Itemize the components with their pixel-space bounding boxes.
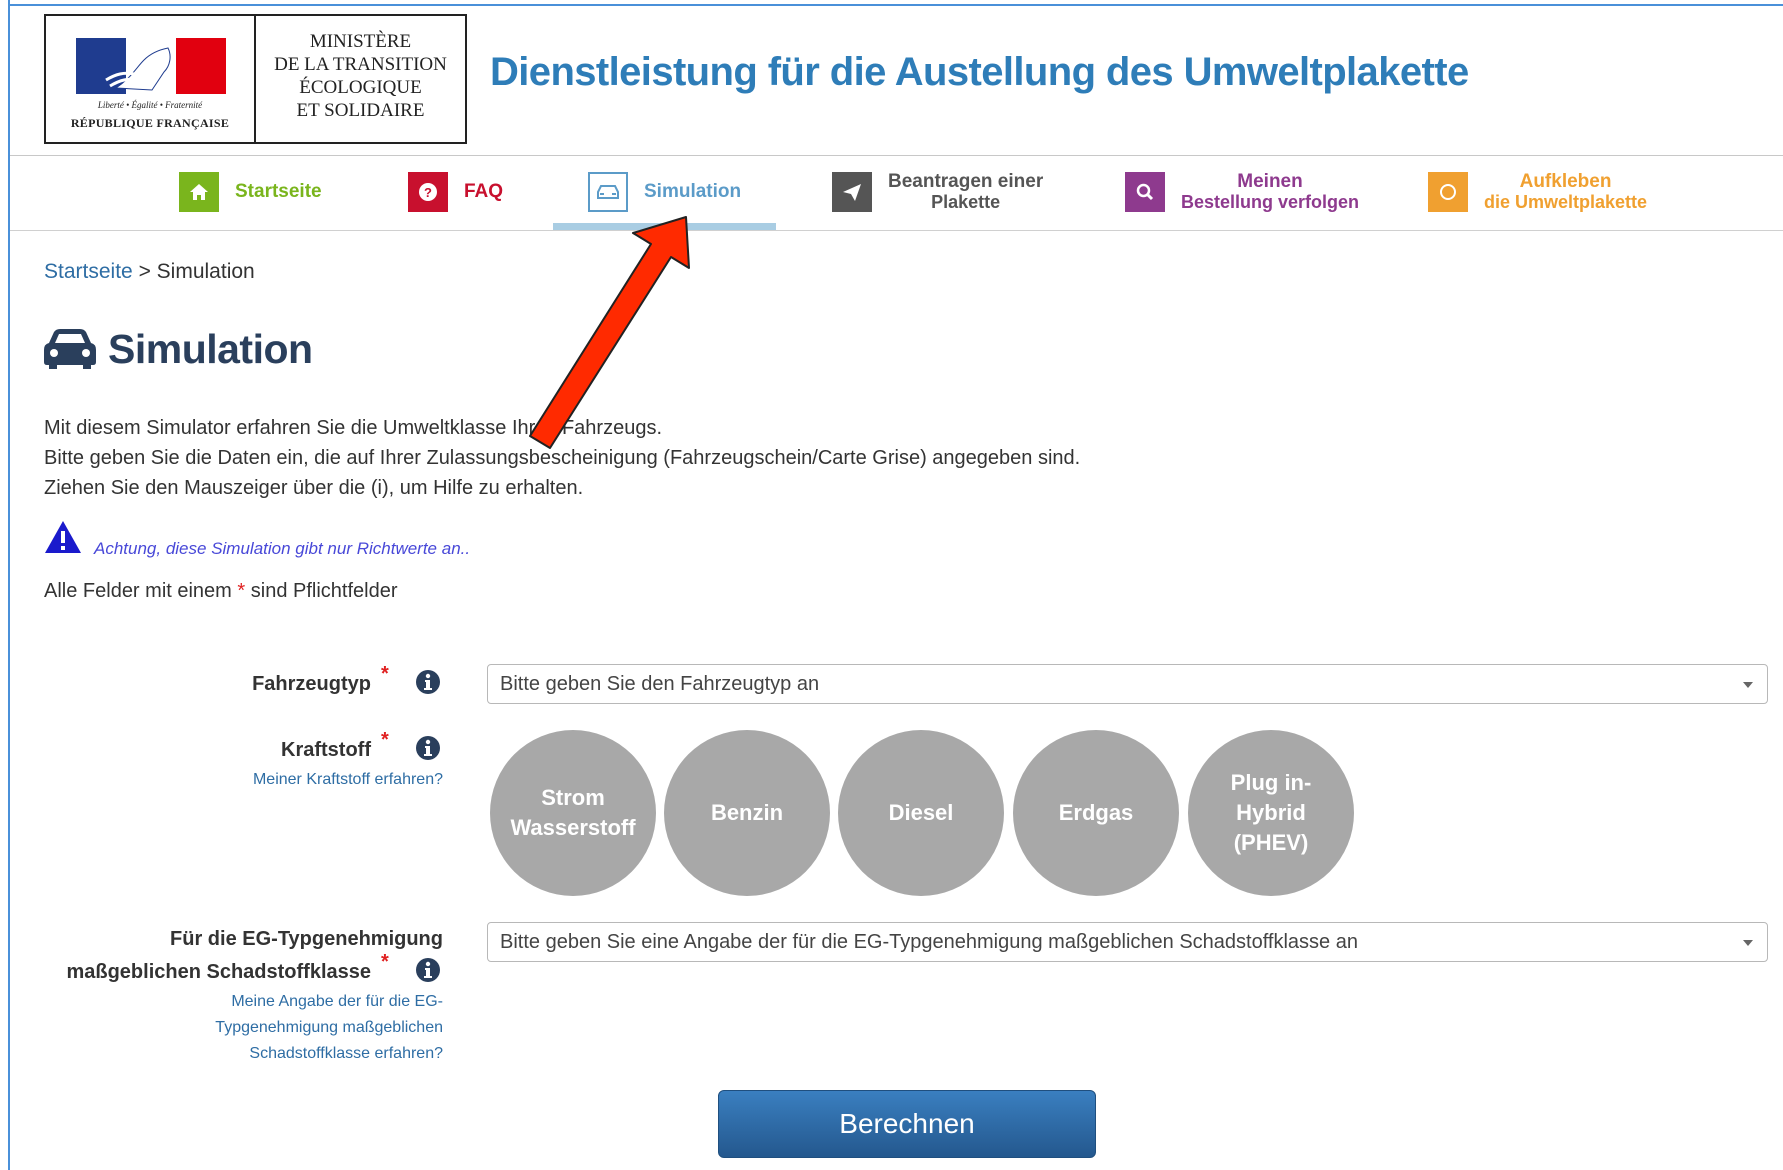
fuel-option-benzin[interactable]: Benzin xyxy=(664,730,830,896)
circle-icon xyxy=(1428,172,1468,212)
fuel-option-label: Benzin xyxy=(710,800,784,825)
fuel-option-diesel[interactable]: Diesel xyxy=(838,730,1004,896)
warning-note: Achtung, diese Simulation gibt nur Richt… xyxy=(44,520,470,560)
fuel-label: Kraftstoff xyxy=(281,739,371,761)
emission-class-label-line1: Für die EG-Typgenehmigung xyxy=(170,928,443,950)
breadcrumb: Startseite > Simulation xyxy=(44,260,255,284)
warning-icon xyxy=(45,521,81,553)
car-icon xyxy=(44,329,96,369)
required-star: * xyxy=(381,951,389,973)
ministry-line: DE LA TRANSITION xyxy=(274,54,447,75)
emission-help-line: Meine Angabe der für die EG- xyxy=(231,993,443,1010)
ministry-line: ÉCOLOGIQUE xyxy=(299,77,422,98)
nav-label-line: Aufkleben xyxy=(1519,171,1612,192)
nav-label: Meinen Bestellung verfolgen xyxy=(1181,171,1360,213)
search-icon xyxy=(1125,172,1165,212)
ministry-name: MINISTÈRE DE LA TRANSITION ÉCOLOGIQUE ET… xyxy=(258,30,463,122)
emission-help-line: Schadstoffklasse erfahren? xyxy=(249,1045,443,1062)
required-star: * xyxy=(381,663,389,685)
nav-label: Simulation xyxy=(644,181,742,202)
paper-plane-icon xyxy=(832,172,872,212)
fuel-option-plug-in-hybrid[interactable]: Plug in- Hybrid (PHEV) xyxy=(1188,730,1354,896)
ministry-logo[interactable]: Liberté • Égalité • Fraternité RÉPUBLIQU… xyxy=(44,14,467,144)
page-title: Simulation xyxy=(108,325,313,372)
chevron-down-icon xyxy=(1743,682,1753,688)
vehicle-type-select-value: Bitte geben Sie den Fahrzeugtyp an xyxy=(500,673,820,695)
car-icon xyxy=(588,172,628,212)
fuel-option-strom-wasserstoff[interactable]: Strom Wasserstoff xyxy=(490,730,656,896)
page-heading: Simulation xyxy=(44,321,313,377)
emission-class-select[interactable]: Bitte geben Sie eine Angabe der für die … xyxy=(487,922,1768,962)
breadcrumb-current: Simulation xyxy=(156,260,255,283)
fuel-help-text: Meiner Kraftstoff erfahren? xyxy=(252,771,443,788)
question-icon: ? xyxy=(408,172,448,212)
chevron-down-icon xyxy=(1743,940,1753,946)
site-header: Liberté • Égalité • Fraternité RÉPUBLIQU… xyxy=(10,6,1783,156)
fuel-option-label: Erdgas xyxy=(1058,800,1134,825)
intro-line: Ziehen Sie den Mauszeiger über die (i), … xyxy=(44,477,584,499)
nav-label: FAQ xyxy=(464,181,504,202)
calculate-button[interactable]: Berechnen xyxy=(718,1090,1096,1158)
nav-label: Aufkleben die Umweltplakette xyxy=(1484,171,1648,213)
fuel-option-label: Hybrid xyxy=(1236,800,1306,825)
emission-class-help-link[interactable]: Meine Angabe der für die EG- Typgenehmig… xyxy=(215,989,443,1067)
nav-label: Beantragen einer Plakette xyxy=(888,171,1044,213)
fuel-option-label: (PHEV) xyxy=(1233,830,1309,855)
vehicle-type-select[interactable]: Bitte geben Sie den Fahrzeugtyp an xyxy=(487,664,1768,704)
republique-francaise-label: RÉPUBLIQUE FRANÇAISE xyxy=(70,116,230,130)
nav-label-line: die Umweltplakette xyxy=(1484,192,1648,212)
required-star: * xyxy=(381,729,389,751)
fuel-option-label: Wasserstoff xyxy=(510,815,636,840)
fuel-option-erdgas[interactable]: Erdgas xyxy=(1013,730,1179,896)
ministry-line: ET SOLIDAIRE xyxy=(296,100,425,121)
required-fields-note: Alle Felder mit einem * sind Pflichtfeld… xyxy=(44,580,398,603)
intro-line: Mit diesem Simulator erfahren Sie die Um… xyxy=(44,417,663,439)
vehicle-type-label: Fahrzeugtyp xyxy=(252,673,371,695)
intro-line: Bitte geben Sie die Daten ein, die auf I… xyxy=(44,447,1081,469)
info-icon[interactable] xyxy=(415,957,441,983)
warning-text: Achtung, diese Simulation gibt nur Richt… xyxy=(94,539,471,558)
republic-motto: Liberté • Égalité • Fraternité xyxy=(97,100,203,110)
nav-label-line: Beantragen einer xyxy=(888,171,1044,192)
fuel-option-label: Diesel xyxy=(888,800,954,825)
ministry-line: MINISTÈRE xyxy=(309,31,412,52)
intro-text: Mit diesem Simulator erfahren Sie die Um… xyxy=(44,413,1080,503)
fuel-option-label: Plug in- xyxy=(1230,770,1312,795)
svg-text:?: ? xyxy=(424,185,432,200)
marianne-block: Liberté • Égalité • Fraternité RÉPUBLIQU… xyxy=(46,16,256,142)
nav-label-line: Plakette xyxy=(931,192,1001,212)
marianne-icon xyxy=(76,38,226,94)
breadcrumb-separator: > xyxy=(138,260,151,283)
nav-label-line: Meinen xyxy=(1237,171,1303,192)
active-tab-indicator xyxy=(553,223,776,230)
nav-divider xyxy=(10,230,1783,231)
info-icon[interactable] xyxy=(415,669,441,695)
breadcrumb-home-link[interactable]: Startseite xyxy=(44,260,133,283)
emission-class-select-value: Bitte geben Sie eine Angabe der für die … xyxy=(500,931,1358,953)
site-title: Dienstleistung für die Austellung des Um… xyxy=(490,50,1469,94)
required-note-text: Alle Felder mit einem xyxy=(44,580,232,602)
fuel-option-label: Strom xyxy=(541,785,605,810)
required-note-text: sind Pflichtfelder xyxy=(250,580,398,602)
emission-help-line: Typgenehmigung maßgeblichen xyxy=(215,1019,443,1036)
info-icon[interactable] xyxy=(415,735,441,761)
main-navigation: Startseite ? FAQ Simulation Beantragen e… xyxy=(10,156,1783,231)
home-icon xyxy=(179,172,219,212)
required-star: * xyxy=(237,580,246,602)
fuel-help-link[interactable]: Meiner Kraftstoff erfahren? xyxy=(253,767,443,793)
nav-label-line: Bestellung verfolgen xyxy=(1181,192,1360,212)
emission-class-label-line2: maßgeblichen Schadstoffklasse xyxy=(66,961,371,983)
nav-label: Startseite xyxy=(235,181,322,202)
